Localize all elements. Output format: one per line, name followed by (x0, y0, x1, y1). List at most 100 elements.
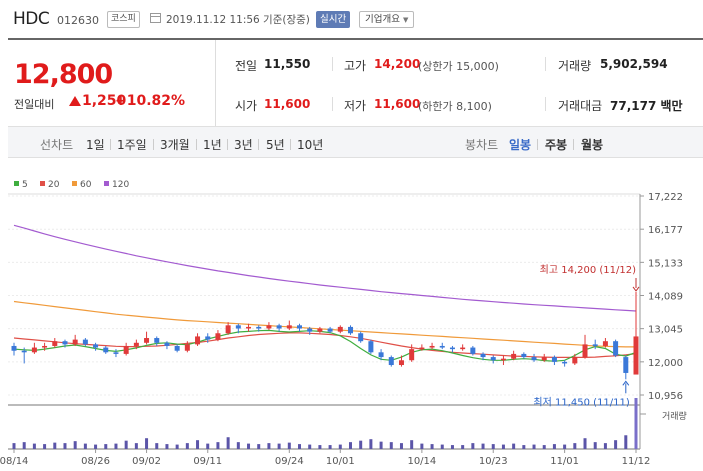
panel-divider (215, 40, 216, 126)
company-info-dropdown[interactable]: 기업개요 ▼ (359, 11, 415, 28)
toolbar-divider (196, 139, 197, 150)
candle-body (93, 344, 99, 348)
period-10y[interactable]: 10년 (297, 136, 323, 153)
volume-bar (624, 435, 628, 449)
period-3m[interactable]: 3개월 (160, 136, 190, 153)
volume-bar (348, 442, 352, 449)
volume-bar (634, 398, 638, 449)
toolbar-divider (153, 139, 154, 150)
volume-bar (369, 439, 373, 449)
volume-bar (573, 443, 577, 449)
high-value: 14,200 (374, 57, 421, 71)
volume-bar (124, 440, 128, 449)
realtime-button[interactable]: 실시간 (316, 11, 351, 28)
candle-weekly[interactable]: 주봉 (545, 136, 567, 153)
legend-ma60: 60 (72, 180, 91, 190)
quote-datetime: 2019.11.12 11:56 기준(장중) (166, 14, 310, 26)
x-tick-label: 08/26 (81, 456, 110, 467)
volume-bar (318, 445, 322, 449)
candle-body (347, 326, 353, 334)
volume-bar (491, 444, 495, 449)
x-tick-label: 11/01 (550, 456, 579, 467)
volume-value: 5,902,594 (600, 57, 668, 71)
period-1w[interactable]: 1주일 (117, 136, 147, 153)
volume-bar (308, 444, 312, 449)
legend-label: 5 (22, 180, 28, 190)
volume-bar (73, 441, 77, 449)
volume-bar (532, 444, 536, 449)
volume-bar (247, 443, 251, 449)
candle-body (521, 353, 527, 358)
volume-bar (206, 443, 210, 449)
candle-body (460, 347, 466, 350)
line-chart-label: 선차트 (40, 138, 74, 152)
candle-body (572, 357, 578, 364)
toolbar-divider (110, 139, 111, 150)
prev-close-label: 전일 (235, 59, 258, 73)
candle-body (72, 339, 78, 345)
volume-bar (277, 443, 281, 449)
period-1d[interactable]: 1일 (86, 136, 105, 153)
candle-body (82, 339, 88, 345)
change-label: 전일대비 (14, 98, 55, 111)
period-1y[interactable]: 1년 (203, 136, 222, 153)
candle-body (470, 347, 476, 354)
x-tick-label: 10/14 (407, 456, 436, 467)
legend-label: 120 (112, 180, 130, 190)
legend-swatch (40, 181, 45, 186)
volume-bar (287, 442, 291, 449)
volume-bar (104, 444, 108, 449)
y-tick-label: 16,177 (648, 225, 683, 236)
volume-bar (196, 440, 200, 449)
volume-bar (175, 444, 179, 449)
candle-monthly[interactable]: 월봉 (581, 136, 603, 153)
candle-body (307, 328, 313, 332)
y-tick-label: 10,956 (648, 391, 683, 402)
candle-body (551, 357, 557, 362)
volume-label: 거래량 (558, 59, 592, 73)
candle-body (297, 325, 303, 329)
volume-bar (12, 443, 16, 449)
volume-bar (522, 445, 526, 449)
volume-bar (185, 443, 189, 449)
candle-body (195, 336, 201, 345)
candle-body (317, 328, 323, 332)
ma5-line (13, 329, 637, 362)
candle-body (133, 342, 139, 346)
volume-bar (165, 444, 169, 449)
candle-body (409, 349, 415, 361)
period-3y[interactable]: 3년 (234, 136, 253, 153)
ma60-line (13, 300, 636, 348)
candle-body (358, 333, 364, 342)
candle-body (531, 357, 537, 361)
candle-daily[interactable]: 일봉 (509, 136, 531, 153)
cell-divider (332, 97, 333, 111)
volume-bar (257, 444, 261, 449)
volume-bar (94, 444, 98, 449)
candle-body (613, 341, 619, 356)
x-tick-label: 09/11 (193, 456, 222, 467)
period-5y[interactable]: 5년 (266, 136, 285, 153)
volume-bar (114, 443, 118, 449)
y-tick-label: 14,089 (648, 292, 683, 303)
candle-body (582, 344, 588, 358)
x-tick-label: 10/01 (326, 456, 355, 467)
x-tick-label: 09/02 (132, 456, 161, 467)
candle-body (144, 338, 150, 343)
candle-body (286, 325, 292, 329)
volume-bar (450, 445, 454, 449)
legend-ma120: 120 (104, 180, 129, 190)
toolbar-divider (290, 139, 291, 150)
low-arrow-head (622, 380, 630, 386)
legend-label: 20 (48, 180, 60, 190)
volume-bar (410, 440, 414, 449)
volume-bar (563, 444, 567, 449)
volume-bar (298, 444, 302, 449)
cell-divider (545, 97, 546, 111)
x-tick-label: 11/12 (622, 456, 651, 467)
candle-body (11, 345, 17, 351)
candle-body (378, 352, 384, 358)
candle-body (439, 345, 445, 348)
candle-body (256, 326, 262, 329)
candle-body (429, 345, 435, 348)
